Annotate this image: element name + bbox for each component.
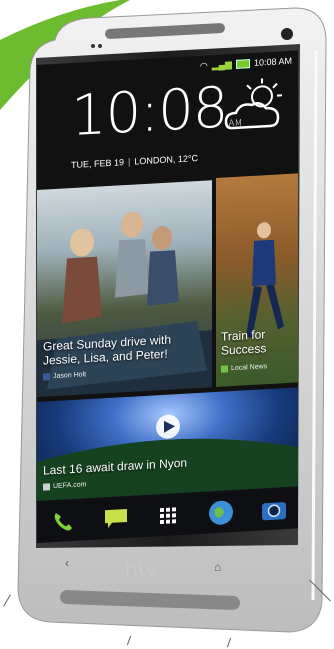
- date-text: TUE, FEB 19: [71, 157, 125, 171]
- weather-partly-sunny-icon[interactable]: [222, 75, 286, 139]
- date-location-line: TUE, FEB 19 | LONDON, 12°C: [71, 153, 198, 170]
- facebook-icon: [43, 373, 50, 381]
- blinkfeed-tile-video[interactable]: Last 16 await draw in Nyon UEFA.com: [37, 387, 298, 501]
- clock-widget[interactable]: 10:08AM: [71, 75, 242, 149]
- wifi-icon: ◠: [199, 59, 208, 71]
- htc-logo: htc: [124, 557, 159, 581]
- blinkfeed-tile-news[interactable]: Train for Success Local News: [216, 173, 298, 387]
- clock-time: 10:08: [71, 75, 228, 150]
- messages-icon[interactable]: [101, 503, 131, 535]
- location-weather-text: LONDON, 12°C: [134, 152, 198, 167]
- blinkfeed-tile-social-photo[interactable]: Great Sunday drive with Jessie, Lisa, an…: [37, 180, 212, 397]
- browser-globe-icon[interactable]: [206, 497, 236, 529]
- apps-grid-icon[interactable]: [153, 500, 183, 532]
- tile-title: Train for Success: [221, 327, 267, 359]
- status-time: 10:08 AM: [253, 55, 292, 68]
- signal-icon: ▂▄▆: [211, 58, 232, 70]
- separator: |: [128, 156, 131, 167]
- phone-icon[interactable]: [48, 506, 78, 538]
- news-icon: [221, 365, 228, 373]
- play-icon: [43, 483, 50, 491]
- back-button[interactable]: ‹: [65, 556, 69, 570]
- camera-icon[interactable]: [259, 494, 289, 526]
- phone-screen: ◠ ▂▄▆ 10:08 AM 10:08AM TUE, FEB 19 | LON…: [37, 50, 298, 543]
- home-button[interactable]: ⌂: [214, 560, 221, 574]
- battery-icon: [235, 58, 250, 69]
